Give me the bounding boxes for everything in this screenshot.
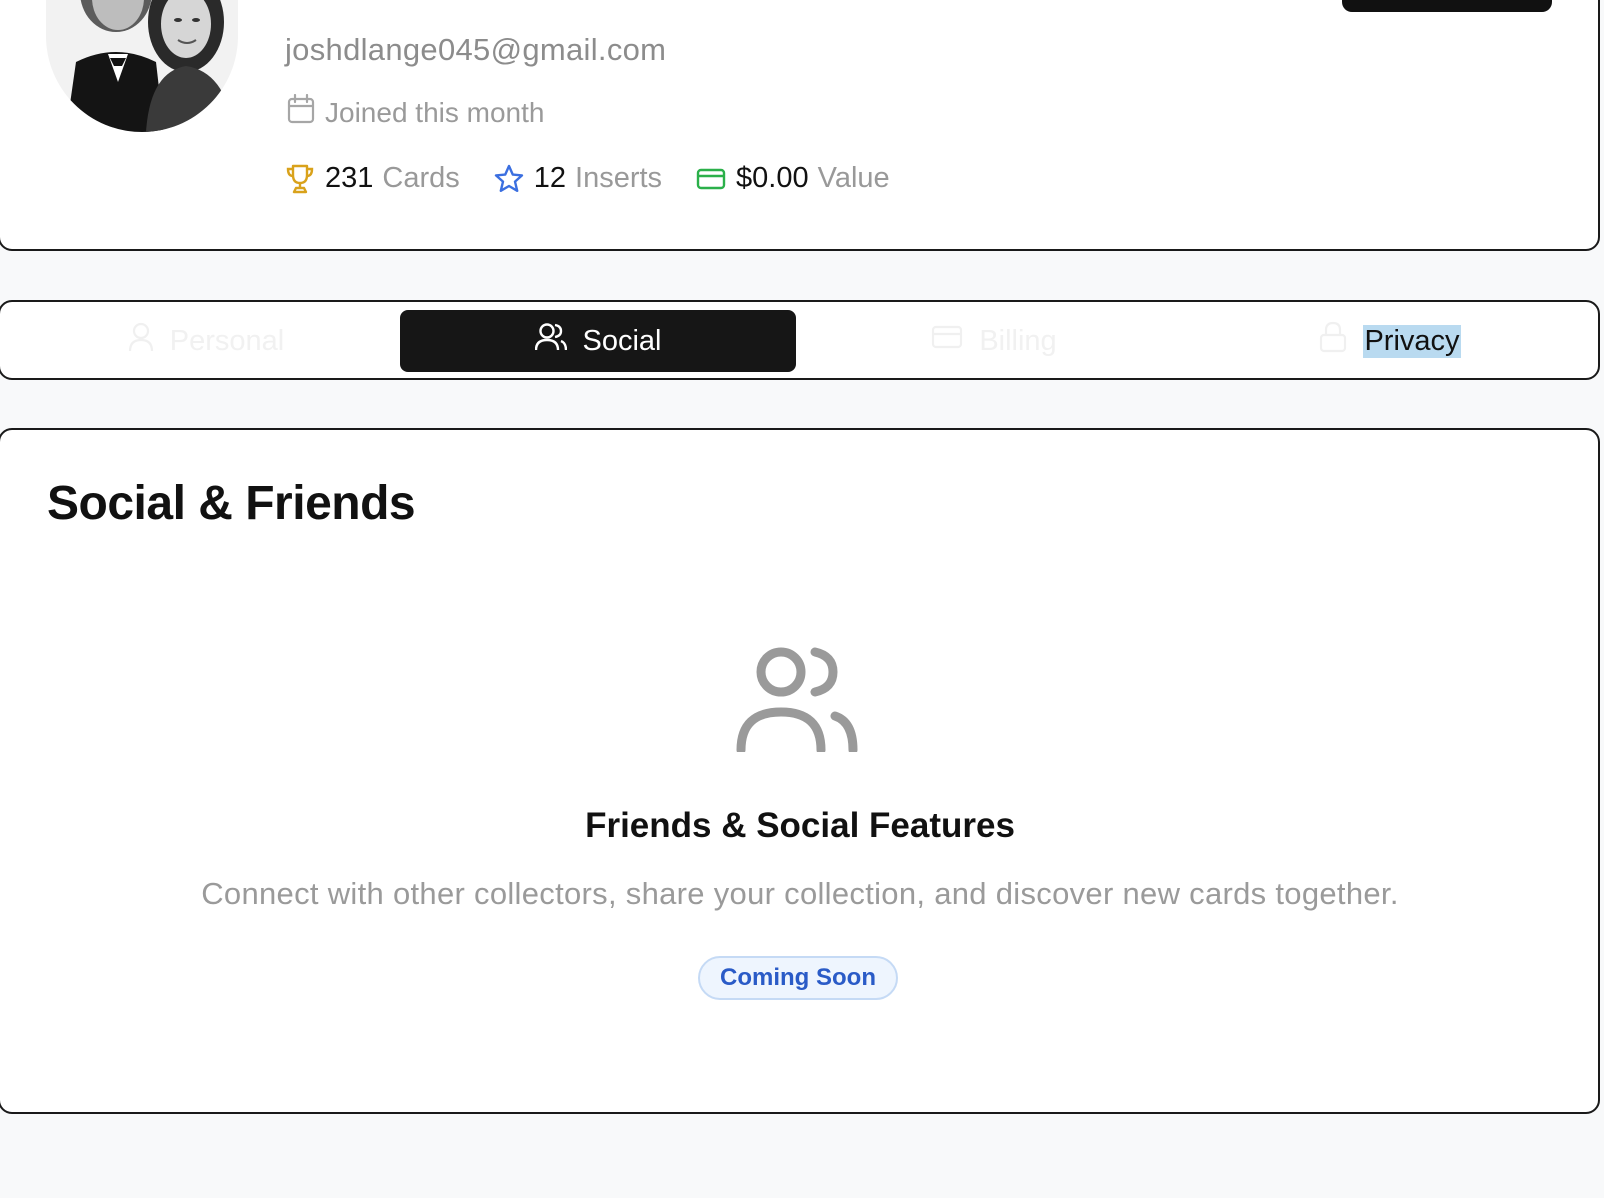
tab-billing-label: Billing: [979, 324, 1057, 357]
avatar-photo: [46, 0, 238, 132]
tab-personal[interactable]: Personal: [8, 310, 404, 372]
stat-value-label: Value: [817, 162, 890, 194]
credit-card-icon: [696, 167, 726, 191]
users-icon: [534, 322, 567, 360]
stat-cards: 231 Cards: [285, 162, 460, 195]
tab-social[interactable]: Social: [400, 310, 796, 372]
lock-icon: [1319, 321, 1347, 361]
user-icon: [128, 322, 154, 360]
calendar-icon: [287, 93, 315, 131]
trophy-icon: [285, 163, 315, 195]
joined-date: Joined this month: [287, 93, 545, 131]
tab-personal-label: Personal: [169, 324, 285, 357]
stat-cards-value: 231: [325, 162, 374, 194]
profile-action-button[interactable]: [1342, 0, 1552, 12]
credit-card-icon: [931, 324, 963, 358]
tab-privacy[interactable]: Privacy: [1192, 310, 1588, 372]
star-icon: [494, 164, 524, 194]
feature-title: Friends & Social Features: [585, 806, 1015, 845]
users-icon: [735, 642, 861, 757]
tab-social-label: Social: [582, 324, 662, 357]
stat-inserts-value: 12: [533, 162, 567, 194]
section-title: Social & Friends: [47, 477, 416, 530]
user-email: joshdlange045@gmail.com: [285, 32, 667, 67]
stat-cards-label: Cards: [382, 162, 460, 194]
social-section: Social & Friends Friends & Social Featur…: [0, 428, 1600, 1114]
stat-inserts: 12 Inserts: [494, 162, 662, 195]
feature-description: Connect with other collectors, share you…: [201, 876, 1399, 911]
avatar[interactable]: [46, 0, 238, 132]
stat-value-amount: $0.00: [736, 162, 809, 194]
stat-value: $0.00 Value: [696, 162, 890, 195]
settings-tabs: Personal Social Billing Privacy: [0, 300, 1600, 380]
joined-text: Joined this month: [325, 96, 545, 128]
profile-stats: 231 Cards 12 Inserts $0.00 Value: [285, 162, 924, 195]
stat-inserts-label: Inserts: [575, 162, 663, 194]
tab-billing[interactable]: Billing: [796, 310, 1192, 372]
tab-privacy-label: Privacy: [1363, 324, 1461, 358]
profile-card: joshdlange045@gmail.com Joined this mont…: [0, 0, 1600, 251]
coming-soon-badge: Coming Soon: [698, 956, 898, 1000]
